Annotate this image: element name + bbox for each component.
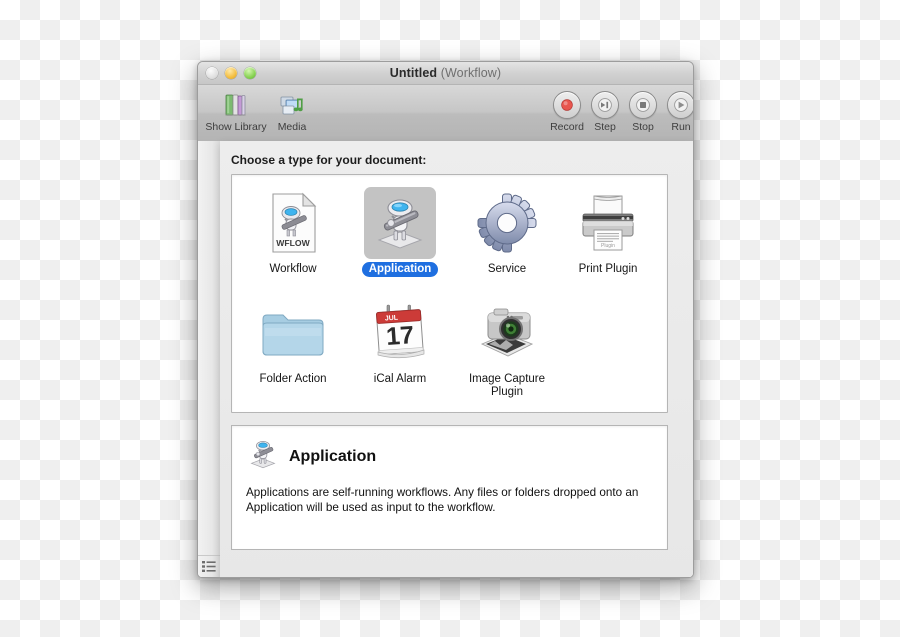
type-option-print-plugin[interactable]: Plugin Print Plugin [554, 187, 662, 277]
type-label-workflow: Workflow [269, 263, 317, 275]
type-description-body: Applications are self-running workflows.… [246, 486, 639, 514]
printer-icon: Plugin [572, 187, 644, 259]
type-option-ical-alarm[interactable]: JUL 17 iCal Alarm [346, 297, 454, 387]
stop-button[interactable]: Stop [624, 91, 662, 133]
window-title: Untitled (Workflow) [198, 62, 693, 84]
record-button[interactable]: Record [548, 91, 586, 133]
type-option-folder-action[interactable]: Folder Action [239, 297, 347, 387]
type-label-image-capture-plugin: Image Capture Plugin [468, 373, 546, 398]
record-label: Record [550, 121, 584, 133]
window-toolbar: Show Library Media Record Step Stop Run [198, 85, 693, 142]
type-option-service[interactable]: Service [453, 187, 561, 277]
step-icon [591, 91, 619, 119]
type-option-image-capture-plugin[interactable]: Image Capture Plugin [453, 297, 561, 400]
type-option-application[interactable]: Application [346, 187, 454, 277]
automator-robot-icon [364, 187, 436, 259]
step-button[interactable]: Step [586, 91, 624, 133]
run-button[interactable]: Run [662, 91, 693, 133]
gear-icon [471, 187, 543, 259]
run-label: Run [671, 121, 691, 133]
document-type-sheet: Choose a type for your document: WFLOW W… [220, 141, 693, 577]
svg-text:Plugin: Plugin [601, 243, 615, 249]
folder-icon [257, 297, 329, 369]
sheet-heading: Choose a type for your document: [231, 153, 427, 167]
type-label-application: Application [361, 262, 439, 277]
show-library-button[interactable]: Show Library [204, 88, 268, 133]
media-icon [260, 88, 324, 120]
type-description-title: Application [289, 447, 377, 465]
calendar-icon: JUL 17 [364, 297, 436, 369]
stop-label: Stop [632, 121, 654, 133]
list-view-icon[interactable] [202, 559, 216, 572]
workflow-document-icon: WFLOW [257, 187, 329, 259]
media-button[interactable]: Media [260, 88, 324, 133]
type-label-service: Service [487, 263, 527, 275]
close-button[interactable] [206, 67, 218, 79]
zoom-button[interactable] [244, 67, 256, 79]
workflow-sidebar [198, 141, 221, 577]
document-types-panel: WFLOW Workflow Application Service Plugi… [231, 174, 668, 413]
library-icon [204, 88, 268, 120]
step-label: Step [594, 121, 616, 133]
window-title-sub: (Workflow) [440, 66, 502, 80]
media-label: Media [277, 121, 307, 133]
type-option-workflow[interactable]: WFLOW Workflow [239, 187, 347, 277]
record-icon [553, 91, 581, 119]
minimize-button[interactable] [225, 67, 237, 79]
automator-robot-icon [246, 437, 280, 476]
type-label-print-plugin: Print Plugin [578, 263, 638, 275]
window-titlebar: Untitled (Workflow) [198, 62, 693, 85]
document-types-grid: WFLOW Workflow Application Service Plugi… [232, 175, 667, 412]
stop-icon [629, 91, 657, 119]
show-library-label: Show Library [205, 121, 267, 133]
window-content: Choose a type for your document: WFLOW W… [198, 141, 693, 577]
type-description-panel: Application Applications are self-runnin… [231, 425, 668, 550]
sidebar-divider [198, 555, 220, 556]
type-label-folder-action: Folder Action [259, 373, 327, 385]
type-description-header: Application [246, 437, 653, 476]
window-title-main: Untitled [389, 66, 438, 80]
run-icon [667, 91, 693, 119]
workflow-badge-text: WFLOW [276, 238, 310, 248]
automator-window: Untitled (Workflow) Show Library Media R… [197, 61, 694, 578]
camera-icon [471, 297, 543, 369]
calendar-day-text: 17 [385, 321, 415, 351]
type-label-ical-alarm: iCal Alarm [373, 373, 427, 385]
